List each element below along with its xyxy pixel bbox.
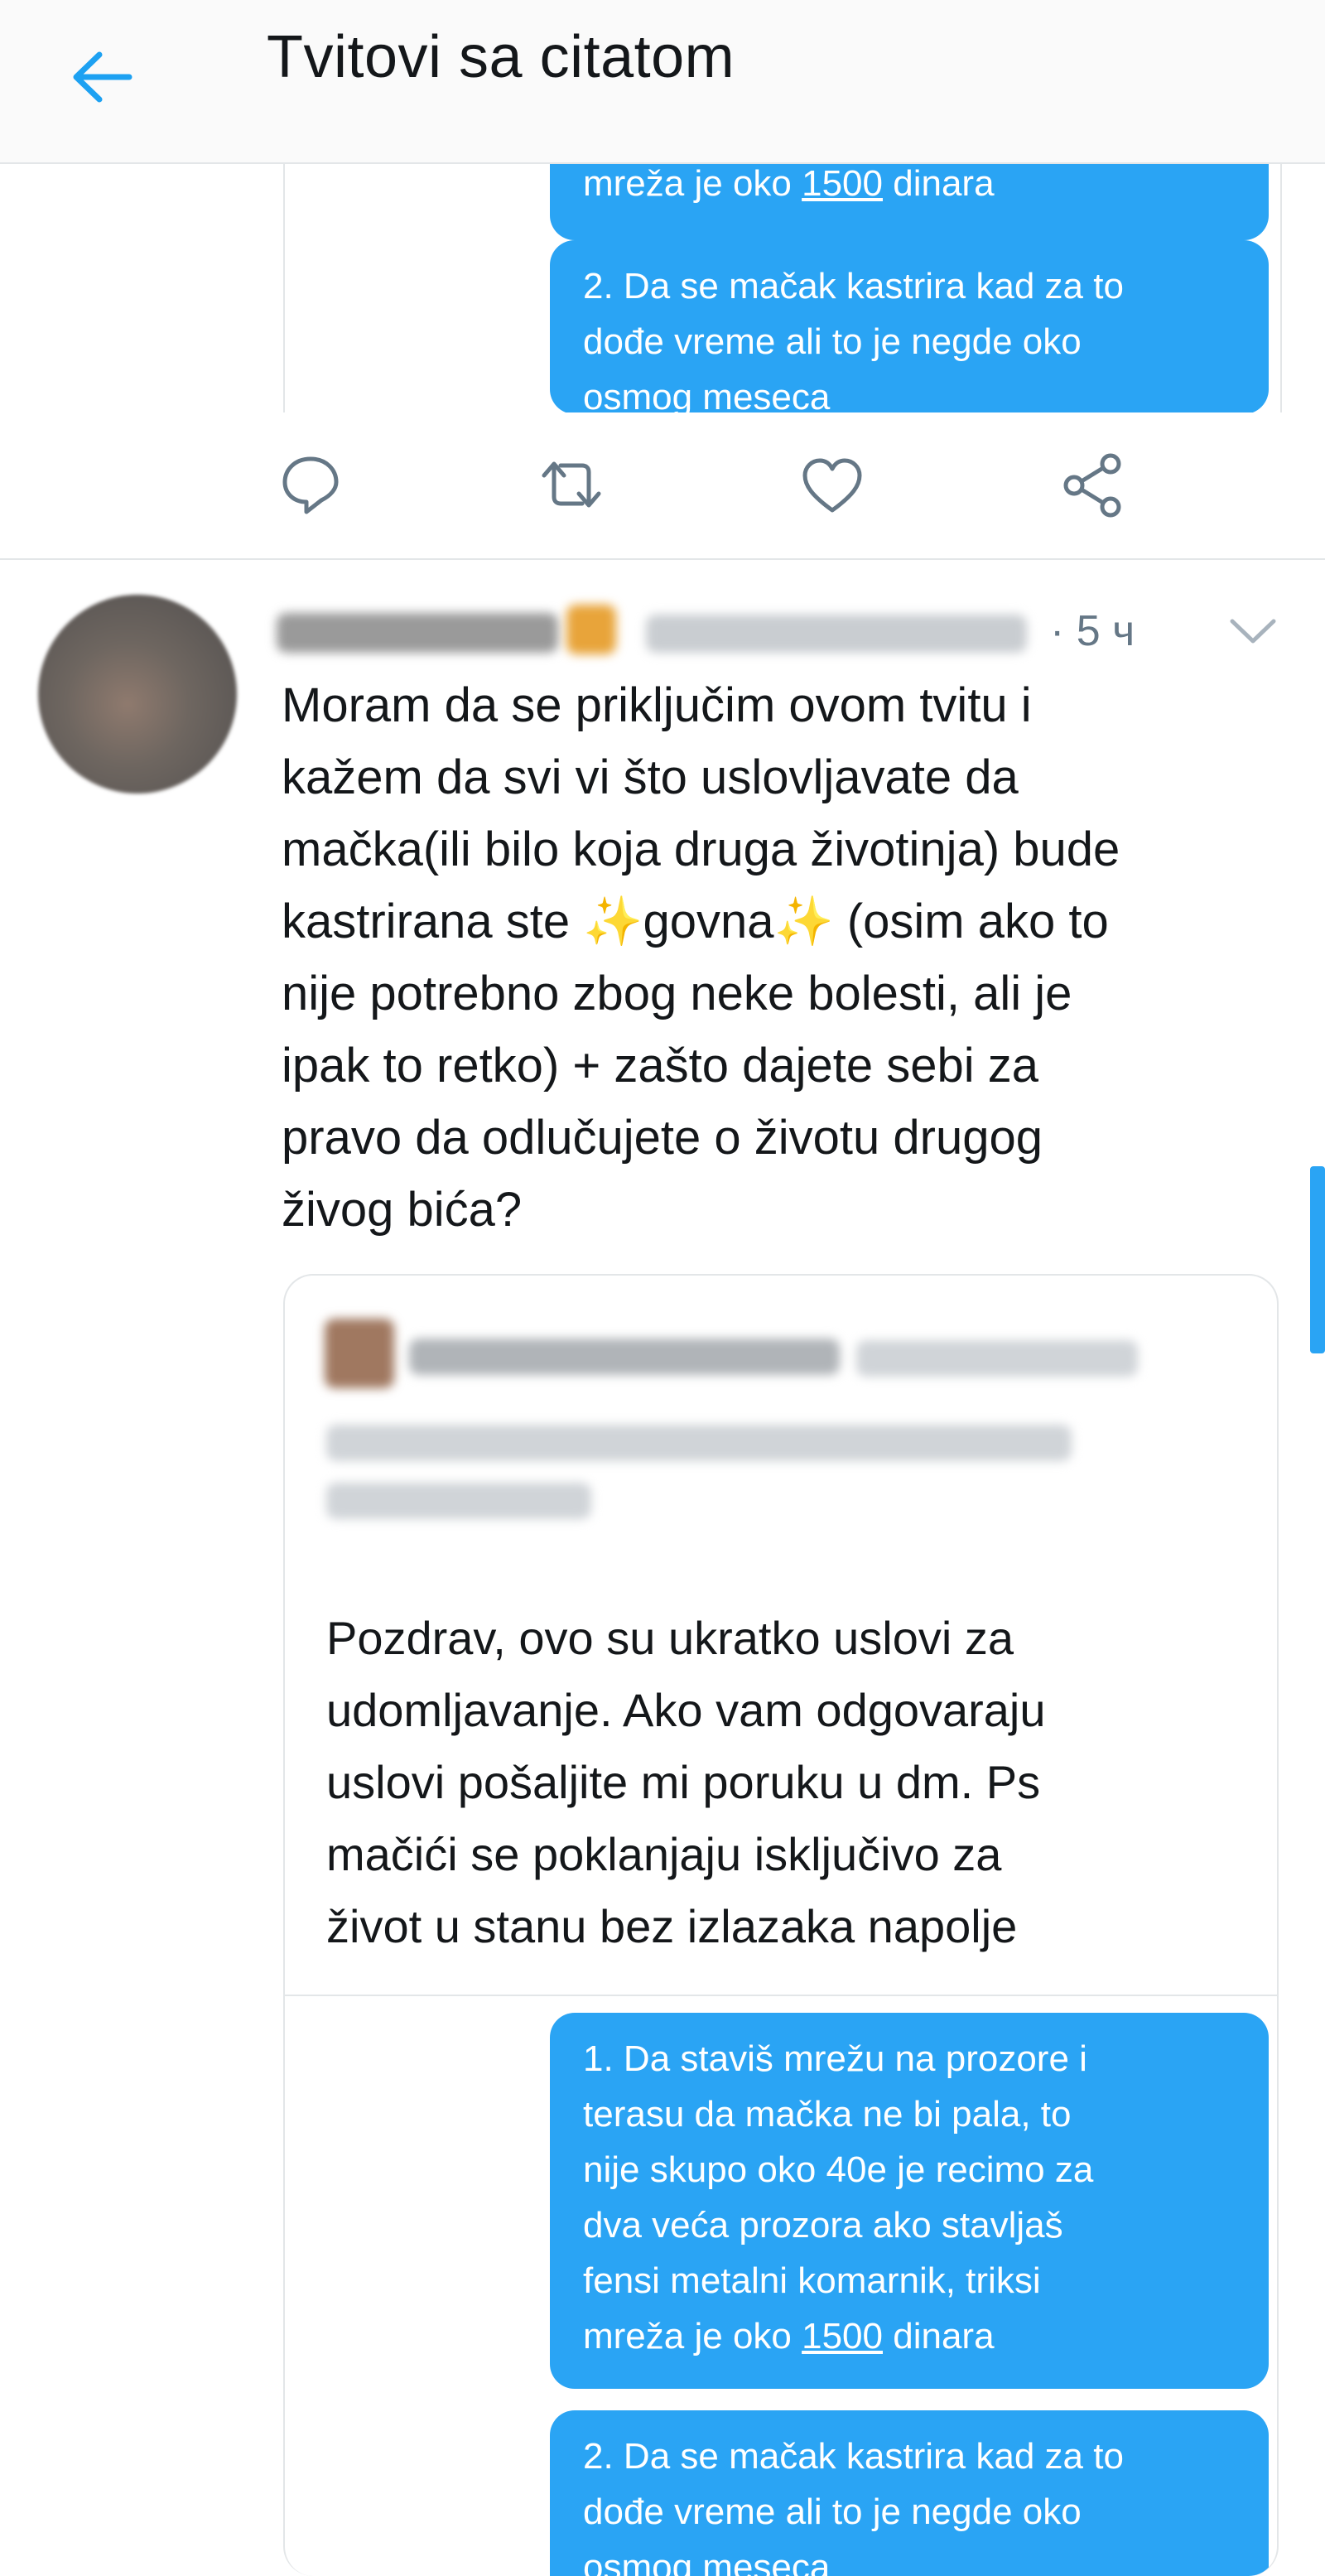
tweet-text: Moram da se priključim ovom tvitu i kaže… (282, 678, 1120, 1237)
display-name-redacted[interactable] (277, 613, 558, 653)
like-icon[interactable] (795, 447, 870, 522)
emoji-redacted (566, 605, 616, 654)
tweet-actions (273, 447, 1184, 522)
quoted-handle-redacted (856, 1340, 1138, 1377)
quoted-tweet-text: Pozdrav, ovo su ukratko uslovi za udomlj… (326, 1612, 1046, 1952)
chevron-down-icon[interactable] (1224, 611, 1282, 653)
quoted-image[interactable]: 1. Da staviš mrežu na prozore i terasu d… (285, 1995, 1277, 2576)
page-title: Tvitovi sa citatom (267, 24, 735, 90)
message-bubble-1: 1. Da staviš mrežu na prozore i terasu d… (550, 2013, 1269, 2389)
reply-icon[interactable] (273, 447, 348, 522)
quoted-avatar (325, 1319, 394, 1388)
tweet-divider (0, 558, 1325, 560)
quoted-reply-redacted-2 (326, 1483, 591, 1519)
username-redacted[interactable] (646, 615, 1027, 653)
previous-tweet-embed: mreža je oko 1500 dinara 2. Da se mačak … (283, 164, 1282, 412)
message-bubble-cropped: mreža je oko 1500 dinara (550, 164, 1269, 240)
retweet-icon[interactable] (534, 447, 609, 522)
share-icon[interactable] (1056, 447, 1130, 522)
avatar[interactable] (38, 595, 237, 794)
quoted-reply-redacted (326, 1425, 1072, 1461)
top-bar: Tvitovi sa citatom (0, 0, 1325, 164)
message-bubble-2: 2. Da se mačak kastrira kad za to dođe v… (550, 240, 1269, 412)
scrollbar[interactable] (1310, 1166, 1325, 1353)
quoted-name-redacted (409, 1339, 840, 1375)
message-bubble-2: 2. Da se mačak kastrira kad za to dođe v… (550, 2410, 1269, 2576)
arrow-left-icon[interactable] (58, 31, 149, 123)
tweet-time: · 5 ч (1050, 607, 1135, 655)
quoted-tweet-card[interactable]: Pozdrav, ovo su ukratko uslovi za udomlj… (283, 1274, 1279, 2576)
